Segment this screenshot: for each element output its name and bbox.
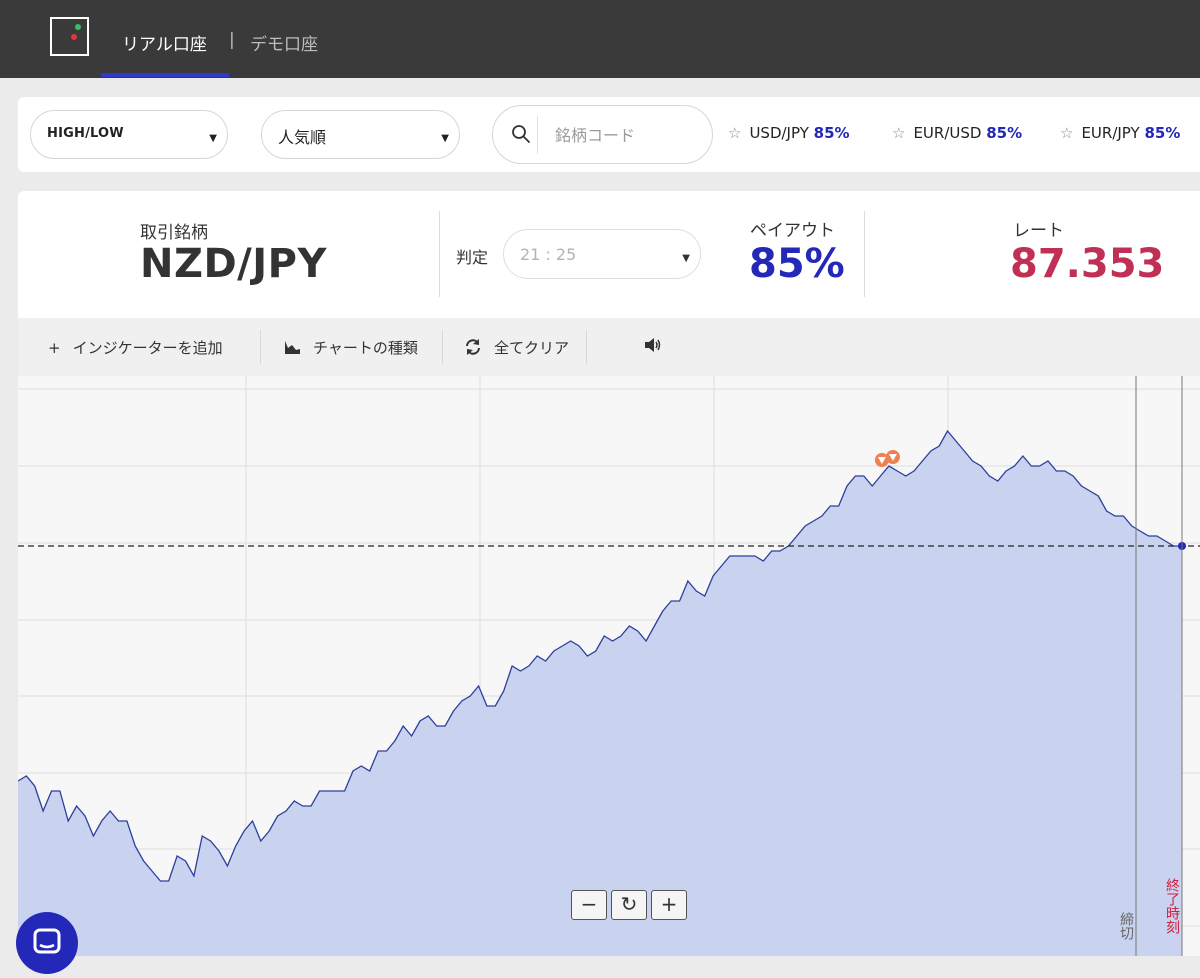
refresh-icon xyxy=(466,339,480,355)
zoom-out-button[interactable]: − xyxy=(571,890,607,920)
sound-toggle-button[interactable] xyxy=(644,337,662,355)
fav-payout: 85% xyxy=(1144,124,1181,142)
price-chart-svg xyxy=(18,376,1200,956)
symbol-label: 取引銘柄 xyxy=(140,223,208,243)
logo-red-dot xyxy=(71,34,77,40)
trade-type-value: HIGH/LOW xyxy=(47,126,124,141)
sort-select[interactable]: 人気順 ▼ xyxy=(261,110,460,159)
chat-icon xyxy=(33,928,61,954)
speaker-icon xyxy=(645,338,661,352)
tab-real-account[interactable]: リアル口座 xyxy=(122,30,207,55)
panel-divider xyxy=(439,211,440,297)
trade-type-select[interactable]: HIGH/LOW ▼ xyxy=(30,110,228,159)
price-area-fill xyxy=(18,431,1182,956)
add-indicator-button[interactable]: + インジケーターを追加 xyxy=(48,337,223,358)
toolbar-divider xyxy=(442,330,443,364)
fav-pair-label: EUR/USD xyxy=(913,124,982,142)
rate-label: レート xyxy=(1013,221,1064,241)
sort-value: 人気順 xyxy=(278,128,327,147)
symbol-search-input[interactable] xyxy=(553,120,707,150)
favorite-pair-usdjpy[interactable]: ☆ USD/JPY 85% xyxy=(728,124,850,142)
judge-time-value: 21 : 25 xyxy=(520,245,577,264)
plus-icon: + xyxy=(48,339,61,357)
payout-value: 85% xyxy=(749,241,845,287)
add-indicator-label: インジケーターを追加 xyxy=(72,339,223,357)
judge-time-select[interactable]: 21 : 25 ▼ xyxy=(503,229,701,279)
filter-bar: HIGH/LOW ▼ 人気順 ▼ ☆ USD/JPY 85% ☆ EUR/USD 8… xyxy=(18,97,1200,172)
star-icon[interactable]: ☆ xyxy=(892,124,905,142)
zoom-in-button[interactable]: + xyxy=(651,890,687,920)
clear-all-label: 全てクリア xyxy=(494,339,570,357)
logo-green-dot xyxy=(75,24,81,30)
caret-down-icon: ▼ xyxy=(682,253,690,264)
tab-separator: | xyxy=(229,30,235,50)
trade-info-panel: 取引銘柄 NZD/JPY 判定 21 : 25 ▼ ペイアウト 85% レート … xyxy=(18,191,1200,318)
rate-value: 87.353 xyxy=(1010,241,1165,287)
fav-pair-label: USD/JPY xyxy=(749,124,809,142)
toolbar-divider xyxy=(260,330,261,364)
search-divider xyxy=(537,116,538,154)
price-chart[interactable]: − ↻ + 締切 終了時刻 xyxy=(18,376,1200,956)
toolbar-divider xyxy=(586,330,587,364)
tab-demo-account[interactable]: デモ口座 xyxy=(250,30,318,55)
search-icon[interactable] xyxy=(511,124,531,144)
caret-down-icon: ▼ xyxy=(209,133,217,144)
fav-pair-label: EUR/JPY xyxy=(1081,124,1140,142)
star-icon[interactable]: ☆ xyxy=(1060,124,1073,142)
chart-type-button[interactable]: チャートの種類 xyxy=(284,337,418,358)
chart-type-label: チャートの種類 xyxy=(313,339,418,357)
chat-support-button[interactable] xyxy=(16,912,78,974)
top-bar: リアル口座 | デモ口座 xyxy=(0,0,1200,78)
panel-divider xyxy=(864,211,865,297)
payout-label: ペイアウト xyxy=(750,221,835,241)
star-icon[interactable]: ☆ xyxy=(728,124,741,142)
caret-down-icon: ▼ xyxy=(441,133,449,144)
zoom-reset-button[interactable]: ↻ xyxy=(611,890,647,920)
symbol-value: NZD/JPY xyxy=(140,241,327,287)
area-chart-icon xyxy=(285,341,300,354)
active-tab-indicator xyxy=(101,73,229,77)
clear-all-button[interactable]: 全てクリア xyxy=(464,337,569,358)
judge-label: 判定 xyxy=(456,248,489,267)
fav-payout: 85% xyxy=(813,124,850,142)
end-time-label: 終了時刻 xyxy=(1164,878,1180,934)
favorite-pair-eurjpy[interactable]: ☆ EUR/JPY 85% xyxy=(1060,124,1180,142)
cutoff-label: 締切 xyxy=(1118,912,1134,940)
favorite-pair-eurusd[interactable]: ☆ EUR/USD 85% xyxy=(892,124,1022,142)
logo[interactable] xyxy=(50,17,89,56)
chart-toolbar: + インジケーターを追加 チャートの種類 全てクリア xyxy=(18,318,1200,376)
fav-payout: 85% xyxy=(986,124,1023,142)
symbol-search xyxy=(492,105,713,164)
